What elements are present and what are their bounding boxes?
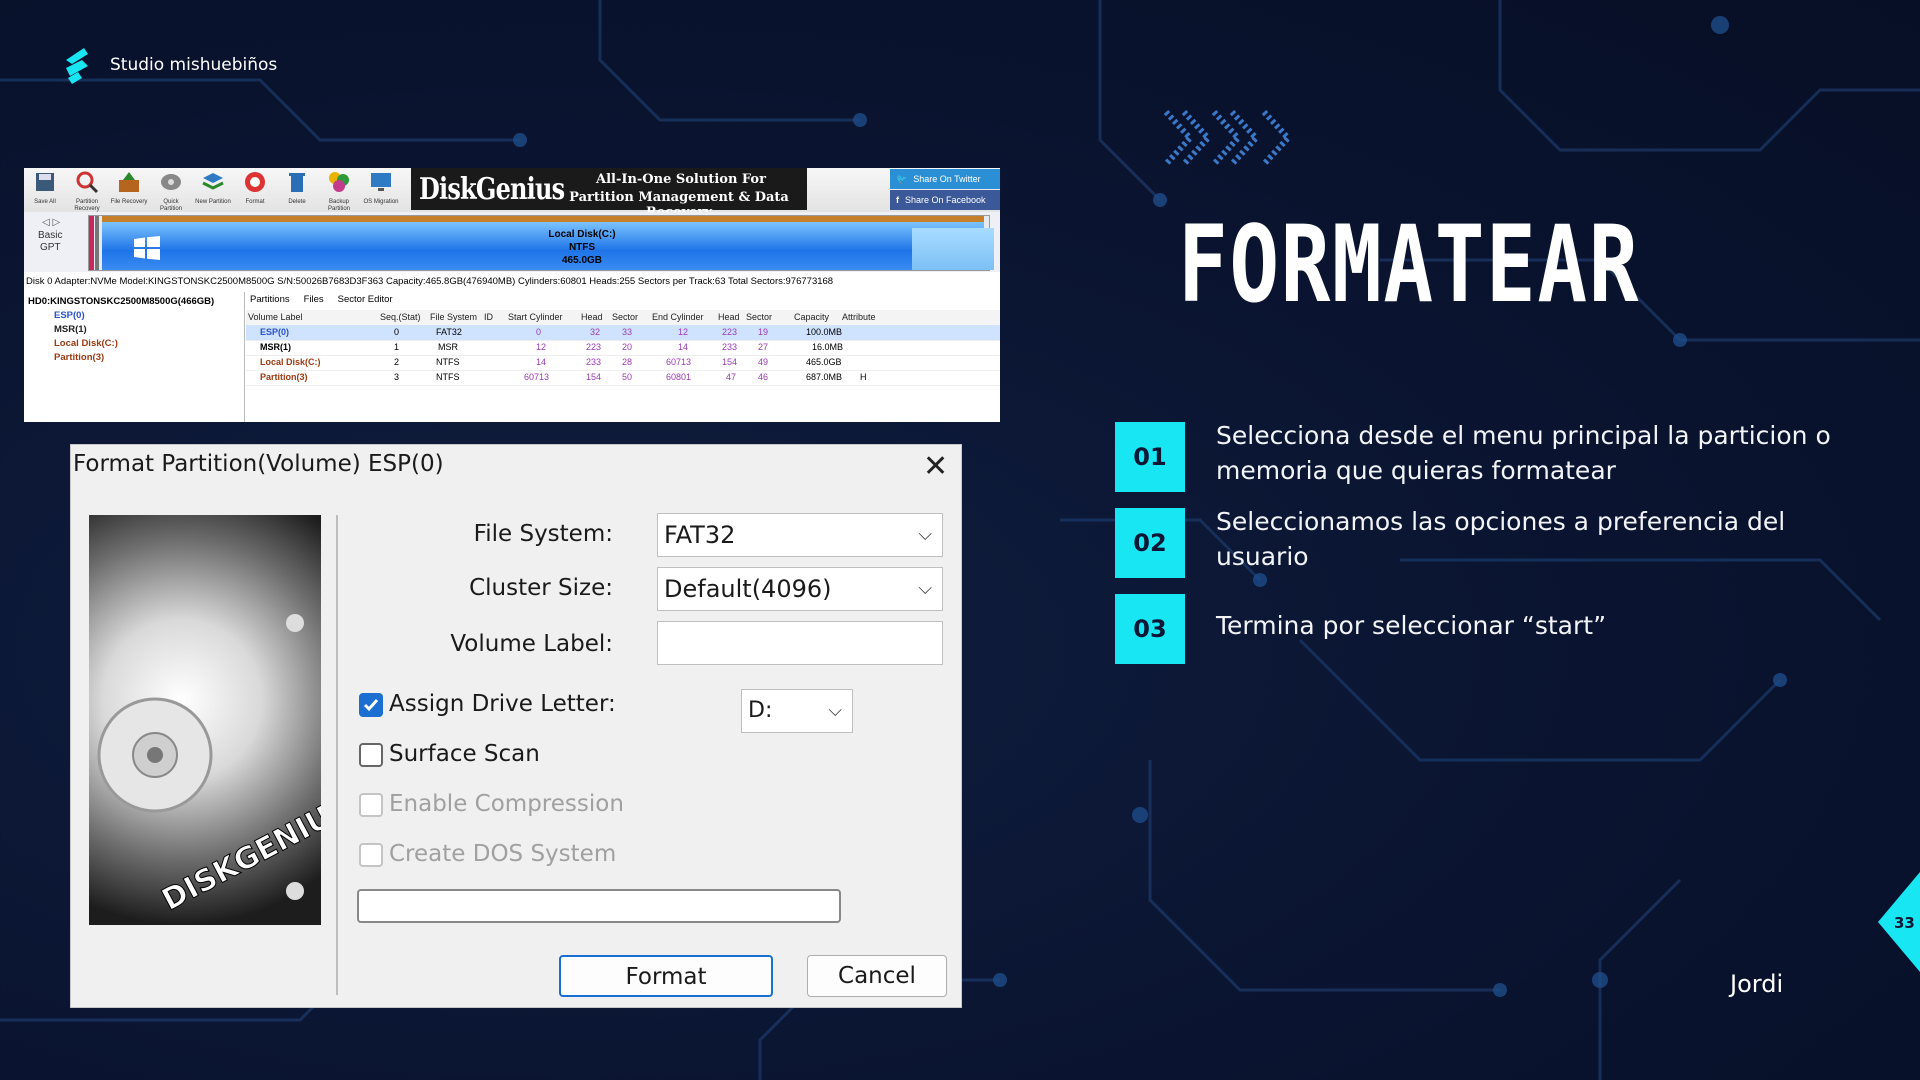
partition-segment-c[interactable]: Local Disk(C:) NTFS 465.0GB	[102, 216, 994, 270]
chevrons-decoration-icon	[1163, 109, 1293, 167]
page-number: 33	[1894, 914, 1915, 932]
save-all-button[interactable]: Save All	[26, 170, 64, 210]
author-name: Jordi	[1730, 970, 1784, 998]
partition-bar[interactable]: Local Disk(C:) NTFS 465.0GB	[88, 215, 994, 271]
dialog-title: Format Partition(Volume) ESP(0)	[73, 451, 444, 477]
facebook-icon: f	[896, 195, 899, 205]
format-toolbar-button[interactable]: Format	[236, 170, 274, 210]
disk-icon	[161, 174, 181, 190]
disk-map: ◁ ▷ Basic GPT Local Disk(C:) NTFS 465.0G…	[24, 212, 1000, 272]
step-number: 01	[1115, 422, 1185, 492]
step-2: 02 Seleccionamos las opciones a preferen…	[1115, 507, 1785, 578]
checkmark-icon	[363, 699, 379, 712]
disk-type: Basic GPT	[38, 230, 63, 253]
twitter-icon: 🐦	[896, 173, 908, 184]
format-dialog: Format Partition(Volume) ESP(0) ✕ DISKGE…	[70, 444, 962, 1008]
windows-icon	[134, 236, 160, 260]
enable-compression-checkbox[interactable]	[359, 793, 383, 817]
slide-title: FORMATEAR	[1178, 203, 1641, 326]
step-number: 03	[1115, 594, 1185, 664]
step-1: 01 Selecciona desde el menu principal la…	[1115, 421, 1831, 492]
hard-drive-image: DISKGENIUS	[89, 515, 357, 925]
assign-drive-letter-checkbox[interactable]	[359, 693, 383, 717]
save-icon	[36, 173, 54, 191]
format-button[interactable]: Format	[559, 955, 773, 997]
backup-icon	[329, 172, 349, 192]
chevron-down-icon: ⌵	[828, 700, 842, 721]
lifebuoy-icon	[245, 172, 265, 192]
trash-icon	[289, 173, 305, 192]
banner-tagline: All-In-One Solution For	[596, 172, 766, 187]
volume-label-label: Volume Label:	[450, 631, 613, 657]
diskgenius-banner: DiskGenius All-In-One Solution For Parti…	[411, 168, 807, 220]
enable-compression-label: Enable Compression	[389, 791, 624, 817]
step-text: Selecciona desde el menu principal la pa…	[1216, 421, 1831, 485]
chevron-down-icon: ⌵	[918, 578, 932, 599]
tree-item[interactable]: Local Disk(C:)	[54, 338, 118, 349]
delete-button[interactable]: Delete	[278, 170, 316, 210]
step-text: Termina por seleccionar “start”	[1216, 611, 1607, 640]
hard-drive-illustration: DISKGENIUS	[97, 614, 357, 919]
tree-item[interactable]: ESP(0)	[54, 310, 85, 321]
brand: Studio mishuebiños	[62, 46, 277, 84]
partition-segment-esp[interactable]	[89, 216, 94, 270]
create-dos-system-label: Create DOS System	[389, 841, 617, 867]
share-twitter-button[interactable]: 🐦 Share On Twitter	[890, 169, 1000, 189]
disk-tree: HD0:KINGSTONSKC2500M8500G(466GB) ESP(0) …	[24, 292, 245, 422]
partition-segment-3[interactable]	[912, 228, 994, 270]
volume-label-input[interactable]	[657, 621, 943, 665]
tab-sector-editor[interactable]: Sector Editor	[338, 294, 393, 305]
table-row[interactable]: Local Disk(C:) 2 NTFS 14 233 28 60713 15…	[246, 355, 1000, 371]
lightning-s-icon	[66, 48, 88, 84]
cluster-size-label: Cluster Size:	[469, 575, 613, 601]
step-text: Seleccionamos las opciones a preferencia…	[1216, 507, 1786, 571]
file-system-label: File System:	[473, 521, 613, 547]
chevron-down-icon: ⌵	[918, 524, 932, 545]
layers-icon	[202, 173, 224, 190]
tab-files[interactable]: Files	[304, 294, 324, 305]
assign-drive-letter-label[interactable]: Assign Drive Letter:	[389, 691, 616, 717]
diskgenius-logo: DiskGenius	[419, 172, 565, 207]
recovery-box-icon	[119, 172, 139, 192]
close-icon[interactable]: ✕	[923, 449, 948, 484]
file-system-select[interactable]: FAT32 ⌵	[657, 513, 943, 557]
toolbar: Save All Partition Recovery File Recover…	[24, 168, 1000, 220]
quick-partition-button[interactable]: Quick Partition	[152, 170, 190, 212]
diskgenius-window: Save All Partition Recovery File Recover…	[24, 168, 1000, 422]
cluster-size-select[interactable]: Default(4096) ⌵	[657, 567, 943, 611]
brand-name: Studio mishuebiños	[110, 55, 278, 75]
table-row[interactable]: Partition(3) 3 NTFS 60713 154 50 60801 4…	[246, 370, 1000, 386]
partition-label: Local Disk(C:) NTFS 465.0GB	[548, 229, 616, 266]
panel-tabs: Partitions Files Sector Editor	[250, 294, 393, 305]
tree-item[interactable]: Partition(3)	[54, 352, 104, 363]
tree-item[interactable]: MSR(1)	[54, 324, 87, 335]
new-partition-button[interactable]: New Partition	[194, 170, 232, 210]
surface-scan-checkbox[interactable]	[359, 743, 383, 767]
table-row[interactable]: MSR(1) 1 MSR 12 223 20 14 233 27 16.0MB	[246, 340, 1000, 356]
magnifier-icon	[76, 171, 99, 194]
table-header: Volume Label Seq.(Stat) File System ID S…	[246, 310, 1000, 326]
monitor-icon	[371, 173, 391, 191]
disk-nav-arrows[interactable]: ◁ ▷	[42, 217, 60, 228]
os-migration-button[interactable]: OS Migration	[362, 170, 400, 210]
step-number: 02	[1115, 508, 1185, 578]
progress-bar	[357, 889, 841, 923]
surface-scan-label[interactable]: Surface Scan	[389, 741, 540, 767]
disk-info-line: Disk 0 Adapter:NVMe Model:KINGSTONSKC250…	[24, 274, 1000, 290]
share-facebook-button[interactable]: f Share On Facebook	[890, 190, 1000, 210]
file-recovery-button[interactable]: File Recovery	[110, 170, 148, 210]
partition-panel: Partitions Files Sector Editor Volume La…	[246, 292, 1000, 422]
tab-partitions[interactable]: Partitions	[250, 294, 290, 305]
partition-recovery-button[interactable]: Partition Recovery	[68, 170, 106, 212]
drive-letter-select[interactable]: D: ⌵	[741, 689, 853, 733]
table-row[interactable]: ESP(0) 0 FAT32 0 32 33 12 223 19 100.0MB	[246, 325, 1000, 341]
step-3: 03 Termina por seleccionar “start”	[1115, 594, 1606, 664]
partition-segment-msr[interactable]	[95, 216, 99, 270]
tree-root-disk[interactable]: HD0:KINGSTONSKC2500M8500G(466GB)	[28, 296, 214, 307]
backup-partition-button[interactable]: Backup Partition	[320, 170, 358, 212]
create-dos-system-checkbox[interactable]	[359, 843, 383, 867]
cancel-button[interactable]: Cancel	[807, 955, 947, 997]
